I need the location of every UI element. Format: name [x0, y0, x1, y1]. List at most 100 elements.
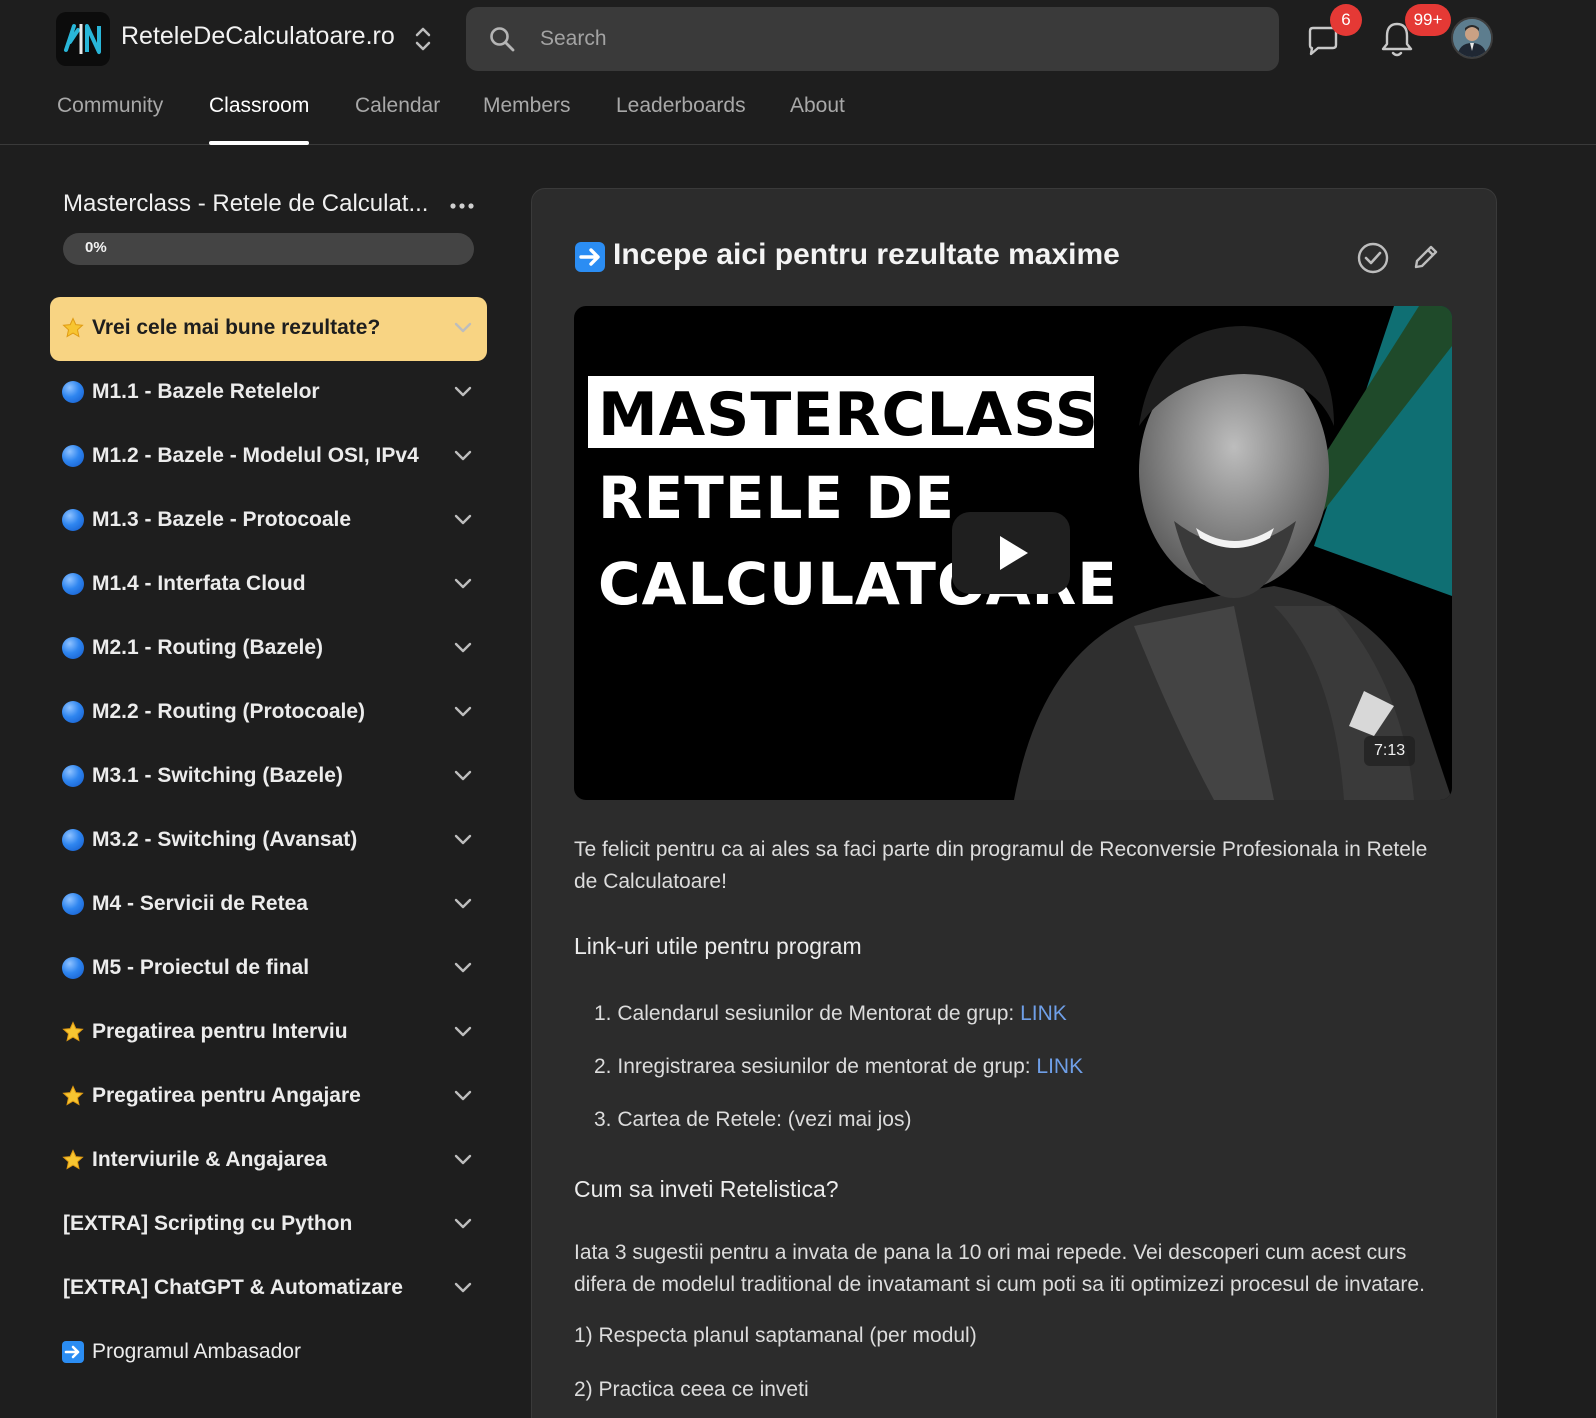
module-label: M1.2 - Bazele - Modelul OSI, IPv4	[92, 444, 419, 467]
notifications-badge: 99+	[1405, 4, 1451, 36]
module-label: M3.2 - Switching (Avansat)	[92, 828, 358, 851]
chevron-down-icon[interactable]	[454, 1025, 472, 1037]
video-duration: 7:13	[1364, 736, 1416, 766]
arrow-right-icon	[575, 242, 605, 272]
sidebar-module-item[interactable]: Pregatirea pentru Interviu	[50, 1001, 487, 1065]
module-label: M2.2 - Routing (Protocoale)	[92, 700, 365, 723]
course-progress-bar: 0%	[63, 233, 474, 265]
tip-item: 2) Practica ceea ce inveti	[574, 1378, 809, 1401]
video-title-line1: MASTERCLASS	[598, 380, 1099, 450]
brand-name[interactable]: ReteleDeCalculatoare.ro	[121, 22, 395, 51]
chevron-down-icon[interactable]	[454, 769, 472, 781]
avatar[interactable]	[1451, 17, 1493, 59]
chevron-down-icon[interactable]	[454, 705, 472, 717]
list-text: Inregistrarea sesiunilor de mentorat de …	[617, 1055, 1037, 1078]
tab-members[interactable]: Members	[483, 94, 571, 145]
more-options-icon[interactable]	[449, 196, 475, 216]
sidebar-module-item[interactable]: Programul Ambasador	[50, 1321, 487, 1385]
sidebar-module-item[interactable]: Pregatirea pentru Angajare	[50, 1065, 487, 1129]
sidebar-module-item[interactable]: M1.1 - Bazele Retelelor	[50, 361, 487, 425]
chevron-down-icon[interactable]	[454, 321, 472, 333]
main-nav: Community Classroom Calendar Members Lea…	[0, 88, 1596, 145]
module-label: Programul Ambasador	[92, 1340, 301, 1363]
chevron-down-icon[interactable]	[454, 1153, 472, 1165]
chevron-down-icon[interactable]	[454, 833, 472, 845]
tab-calendar[interactable]: Calendar	[355, 94, 440, 145]
tip-item: 1) Respecta planul saptamanal (per modul…	[574, 1324, 977, 1347]
star-icon	[62, 1021, 84, 1043]
sidebar-module-item[interactable]: Interviurile & Angajarea	[50, 1129, 487, 1193]
list-text: Calendarul sesiunilor de Mentorat de gru…	[617, 1002, 1021, 1025]
star-icon	[62, 317, 84, 339]
learn-text: Iata 3 sugestii pentru a invata de pana …	[574, 1241, 1425, 1296]
module-label: M3.1 - Switching (Bazele)	[92, 764, 343, 787]
star-icon	[62, 1149, 84, 1171]
module-label: Pregatirea pentru Angajare	[92, 1084, 361, 1107]
tab-community[interactable]: Community	[57, 94, 163, 145]
recordings-link[interactable]: LINK	[1036, 1055, 1083, 1078]
link-list-item: 1. Calendarul sesiunilor de Mentorat de …	[594, 1002, 1067, 1026]
lesson-intro: Te felicit pentru ca ai ales sa faci par…	[574, 838, 1428, 893]
chevron-down-icon[interactable]	[454, 1217, 472, 1229]
module-label: Vrei cele mai bune rezultate?	[92, 316, 381, 339]
module-label: M2.1 - Routing (Bazele)	[92, 636, 324, 659]
sidebar-module-item[interactable]: M4 - Servicii de Retea	[50, 873, 487, 937]
chevron-down-icon[interactable]	[454, 897, 472, 909]
sidebar-module-item[interactable]: M1.3 - Bazele - Protocoale	[50, 489, 487, 553]
video-title-line2: RETELE DE	[598, 464, 955, 532]
module-label: M4 - Servicii de Retea	[92, 892, 308, 915]
play-button[interactable]	[952, 512, 1070, 594]
links-heading: Link-uri utile pentru program	[574, 933, 862, 959]
tab-about[interactable]: About	[790, 94, 845, 145]
chevron-down-icon[interactable]	[454, 1089, 472, 1101]
video-player[interactable]: MASTERCLASS RETELE DE CALCULATOARE 7:13	[574, 306, 1452, 800]
blue-circle-icon	[62, 957, 84, 979]
blue-circle-icon	[62, 573, 84, 595]
sidebar-module-item[interactable]: [EXTRA] ChatGPT & Automatizare	[50, 1257, 487, 1321]
community-logo[interactable]	[56, 12, 110, 66]
mark-complete-icon[interactable]	[1357, 242, 1389, 274]
course-title: Masterclass - Retele de Calculat...	[63, 190, 429, 217]
module-label: Pregatirea pentru Interviu	[92, 1020, 348, 1043]
calendar-link[interactable]: LINK	[1020, 1002, 1067, 1025]
blue-circle-icon	[62, 829, 84, 851]
list-number: 3.	[594, 1108, 612, 1131]
chevron-down-icon[interactable]	[454, 385, 472, 397]
sidebar-module-item[interactable]: M2.1 - Routing (Bazele)	[50, 617, 487, 681]
switch-community-icon[interactable]	[408, 24, 438, 54]
chevron-down-icon[interactable]	[454, 961, 472, 973]
blue-circle-icon	[62, 445, 84, 467]
sidebar-module-item[interactable]: M3.2 - Switching (Avansat)	[50, 809, 487, 873]
search-bar[interactable]	[466, 7, 1279, 71]
chevron-down-icon[interactable]	[454, 1281, 472, 1293]
sidebar-module-item[interactable]: M2.2 - Routing (Protocoale)	[50, 681, 487, 745]
list-number: 2.	[594, 1055, 612, 1078]
sidebar-module-item[interactable]: M1.4 - Interfata Cloud	[50, 553, 487, 617]
sidebar-module-item[interactable]: M3.1 - Switching (Bazele)	[50, 745, 487, 809]
sidebar-module-item[interactable]: M1.2 - Bazele - Modelul OSI, IPv4	[50, 425, 487, 489]
blue-circle-icon	[62, 637, 84, 659]
sidebar-module-item[interactable]: M5 - Proiectul de final	[50, 937, 487, 1001]
blue-circle-icon	[62, 381, 84, 403]
module-label: M1.1 - Bazele Retelelor	[92, 380, 320, 403]
blue-circle-icon	[62, 509, 84, 531]
chevron-down-icon[interactable]	[454, 449, 472, 461]
top-bar: ReteleDeCalculatoare.ro 6 99+	[0, 0, 1596, 145]
sidebar-module-item[interactable]: Vrei cele mai bune rezultate?	[50, 297, 487, 361]
search-input[interactable]	[540, 7, 1260, 71]
tab-leaderboards[interactable]: Leaderboards	[616, 94, 746, 145]
edit-icon[interactable]	[1411, 242, 1441, 272]
blue-circle-icon	[62, 701, 84, 723]
chat-badge: 6	[1330, 4, 1362, 36]
list-number: 1.	[594, 1002, 612, 1025]
link-list-item: 2. Inregistrarea sesiunilor de mentorat …	[594, 1055, 1083, 1079]
chevron-down-icon[interactable]	[454, 513, 472, 525]
module-label: M1.3 - Bazele - Protocoale	[92, 508, 352, 531]
sidebar-module-item[interactable]: [EXTRA] Scripting cu Python	[50, 1193, 487, 1257]
search-icon	[488, 25, 516, 53]
chevron-down-icon[interactable]	[454, 577, 472, 589]
tab-classroom[interactable]: Classroom	[209, 94, 310, 145]
module-label: Interviurile & Angajarea	[92, 1148, 327, 1171]
arrow-right-icon	[62, 1341, 84, 1363]
chevron-down-icon[interactable]	[454, 641, 472, 653]
